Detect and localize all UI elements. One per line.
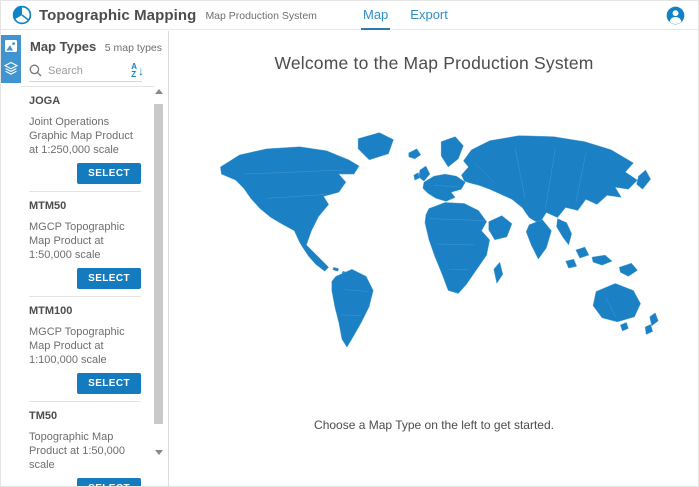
scrollbar-up-arrow[interactable] — [155, 88, 163, 96]
list-item-mtm100: MTM100 MGCP Topographic Map Product at 1… — [29, 297, 141, 402]
sidebar-scrollbar[interactable] — [154, 88, 164, 456]
map-type-description: Joint Operations Graphic Map Product at … — [29, 115, 141, 157]
sort-az-icon[interactable]: A Z ↓ — [131, 63, 144, 79]
panel-title: Map Types — [30, 39, 96, 54]
header-branding: Topographic Mapping Map Production Syste… — [1, 5, 317, 25]
sort-letters: A Z — [131, 63, 137, 79]
map-type-count: 5 map types — [105, 42, 162, 54]
welcome-title: Welcome to the Map Production System — [170, 53, 698, 74]
map-products-icon[interactable] — [4, 39, 18, 53]
user-account-icon[interactable] — [666, 6, 685, 25]
select-button-mtm100[interactable]: SELECT — [77, 373, 141, 394]
app-header: Topographic Mapping Map Production Syste… — [1, 1, 698, 30]
map-type-name: MTM100 — [29, 305, 141, 317]
app-window: Topographic Mapping Map Production Syste… — [0, 0, 699, 487]
list-item-tm50: TM50 Topographic Map Product at 1:50,000… — [29, 402, 141, 487]
map-types-panel: Map Types 5 map types A Z ↓ JOGA Joint O… — [1, 31, 169, 486]
list-item-joga: JOGA Joint Operations Graphic Map Produc… — [29, 87, 141, 192]
sort-arrow-down: ↓ — [138, 65, 144, 77]
map-type-name: JOGA — [29, 95, 141, 107]
app-subtitle: Map Production System — [205, 10, 316, 22]
globe-logo-icon — [12, 5, 32, 25]
map-type-list: JOGA Joint Operations Graphic Map Produc… — [29, 87, 141, 487]
layers-icon[interactable] — [4, 61, 18, 75]
search-input[interactable] — [48, 65, 138, 77]
panel-action-strip — [1, 35, 21, 83]
list-item-mtm50: MTM50 MGCP Topographic Map Product at 1:… — [29, 192, 141, 297]
map-type-name: MTM50 — [29, 200, 141, 212]
select-button-joga[interactable]: SELECT — [77, 163, 141, 184]
search-box — [29, 64, 142, 82]
app-title: Topographic Mapping — [39, 7, 196, 24]
tab-export[interactable]: Export — [408, 1, 450, 30]
main-tabs: Map Export — [361, 1, 468, 30]
panel-header: Map Types 5 map types — [30, 39, 162, 54]
scrollbar-thumb[interactable] — [154, 104, 163, 424]
tab-map[interactable]: Map — [361, 1, 390, 30]
world-map — [170, 93, 698, 405]
map-type-description: MGCP Topographic Map Product at 1:100,00… — [29, 325, 141, 367]
select-button-mtm50[interactable]: SELECT — [77, 268, 141, 289]
instruction-text: Choose a Map Type on the left to get sta… — [170, 418, 698, 432]
map-type-description: MGCP Topographic Map Product at 1:50,000… — [29, 220, 141, 262]
world-map-graphic — [191, 93, 677, 405]
map-type-name: TM50 — [29, 410, 141, 422]
main-content: Welcome to the Map Production System — [170, 31, 698, 486]
scrollbar-down-arrow[interactable] — [155, 448, 163, 456]
search-icon — [29, 64, 42, 77]
select-button-tm50[interactable]: SELECT — [77, 478, 141, 487]
map-type-description: Topographic Map Product at 1:50,000 scal… — [29, 430, 141, 472]
